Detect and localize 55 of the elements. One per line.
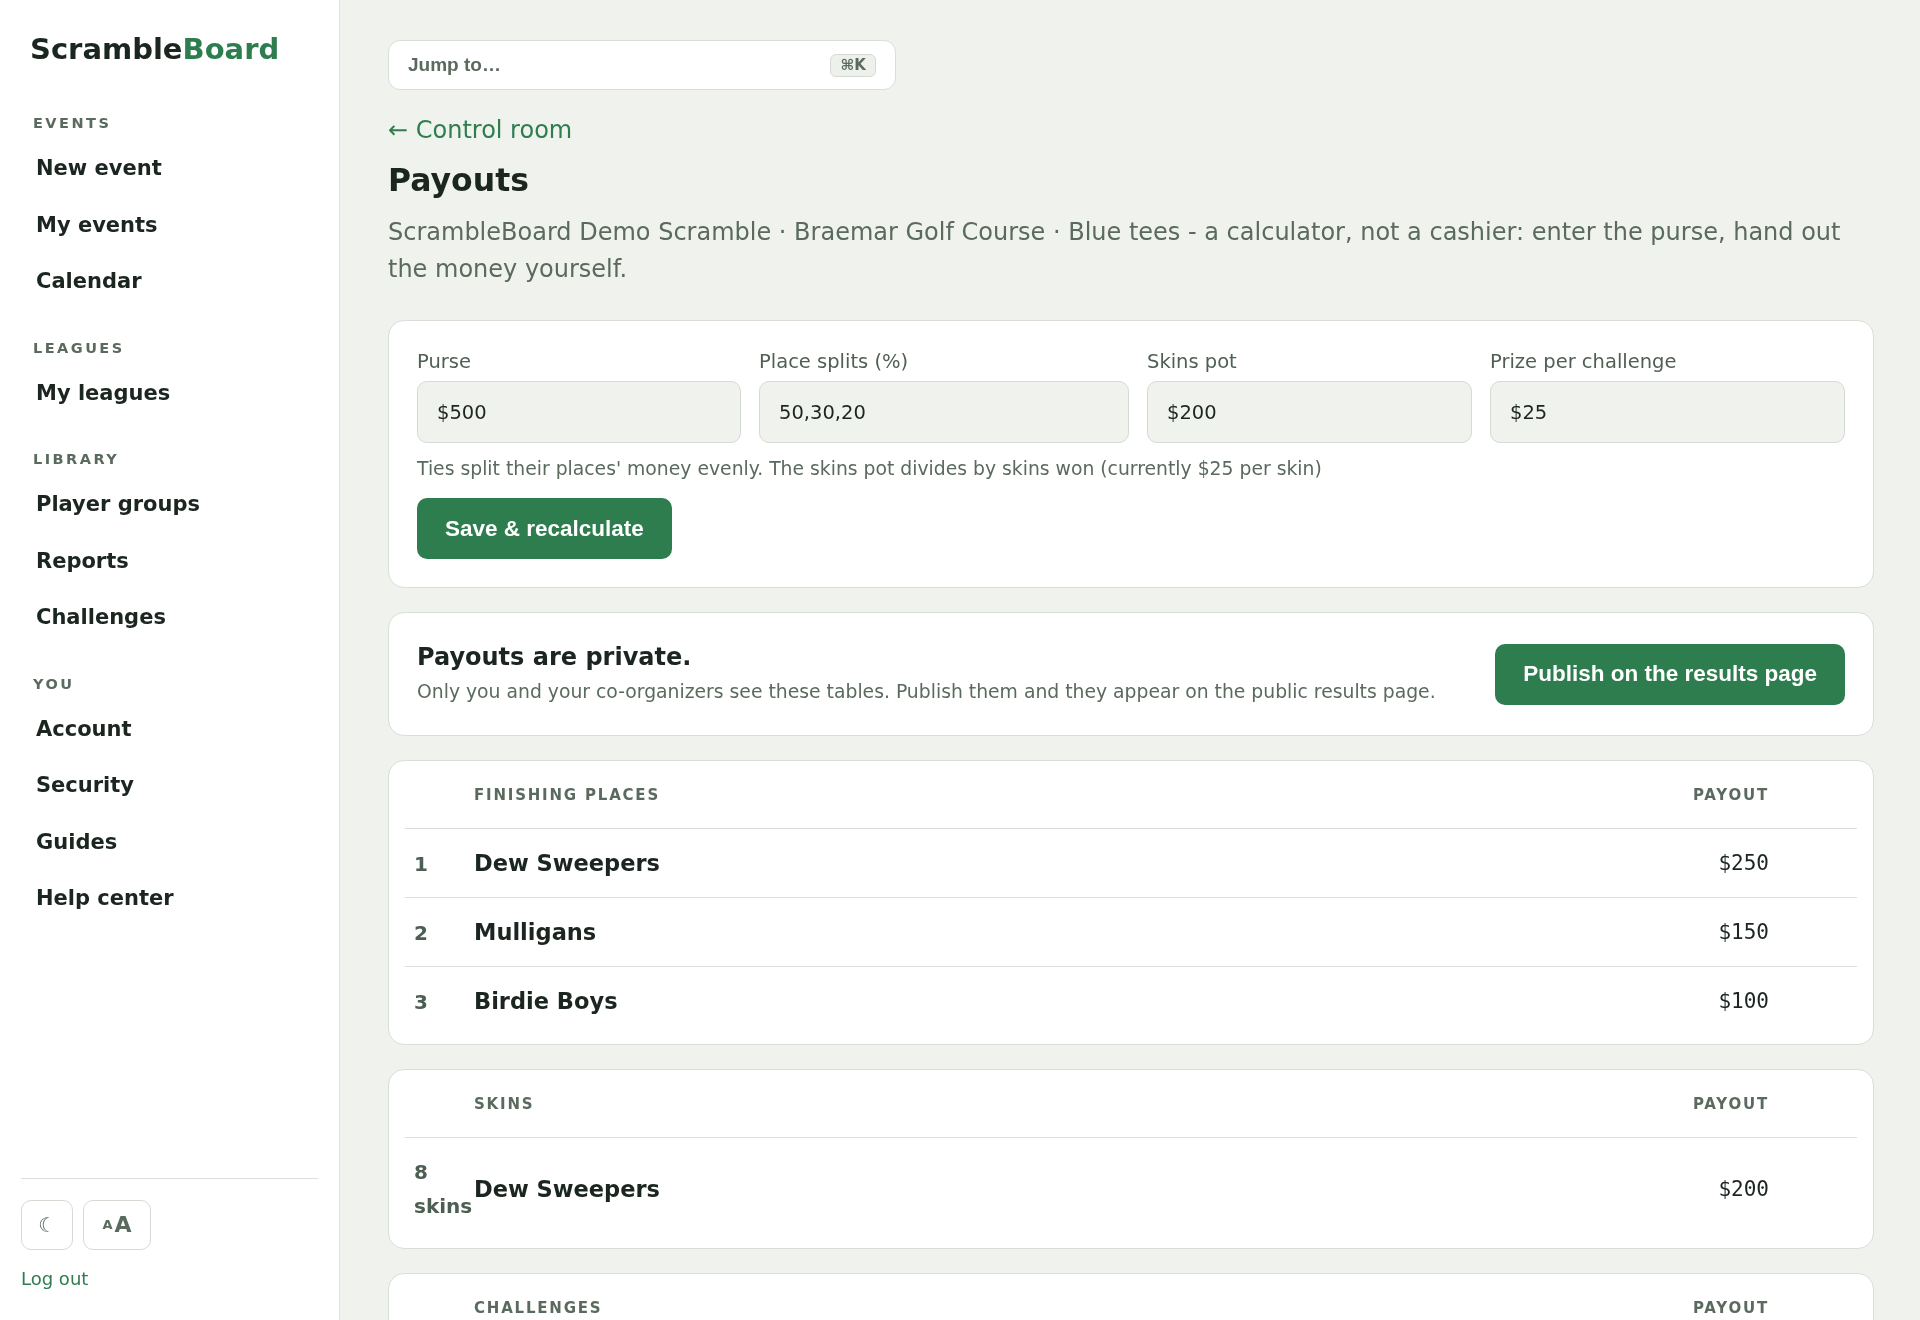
team-cell-text: Dew Sweepers — [474, 849, 660, 878]
input-field[interactable]: $25 — [1490, 381, 1845, 443]
nav-section-heading: YOU — [32, 674, 75, 694]
column-header: CHALLENGES — [474, 1299, 603, 1316]
column-header: PAYOUT — [1692, 786, 1769, 803]
nav-link[interactable]: Challenges — [36, 603, 166, 632]
nav-link[interactable]: Help center — [36, 884, 174, 913]
nav-link[interactable]: Reports — [36, 546, 129, 575]
nav-link[interactable]: Player groups — [36, 490, 200, 519]
column-header: PAYOUT — [1692, 1299, 1769, 1316]
logout-link[interactable]: Log out — [21, 1266, 89, 1292]
field-label: Prize per challenge — [1490, 349, 1677, 375]
column-header: FINISHING PLACES — [474, 786, 660, 803]
nav-section-heading: LIBRARY — [32, 450, 120, 469]
input-field[interactable]: $200 — [1147, 381, 1472, 443]
logo[interactable]: ScrambleBoard — [21, 29, 280, 69]
nav-section-heading: EVENTS — [32, 114, 112, 133]
team-cell-text: Dew Sweepers — [474, 1174, 660, 1204]
nav-link[interactable]: Guides — [36, 827, 118, 856]
column-header: SKINS — [474, 1095, 535, 1112]
page-description: ScrambleBoard Demo Scramble · Braemar Golf Course · Blue tees - a calculator, not a cashier: enter the purse, hand out the money yourself. — [388, 217, 1842, 285]
nav-link[interactable]: My events — [36, 210, 158, 239]
text-size-button[interactable]: AA — [83, 1200, 151, 1250]
nav-link[interactable]: Security — [36, 771, 135, 800]
notice-text: Only you and your co-organizers see these tables. Publish them and they appear on the public results page. — [417, 680, 1436, 704]
field-label: Place splits (%) — [759, 349, 909, 375]
theme-toggle-button[interactable]: ☾ — [21, 1200, 73, 1250]
nav-section-heading: LEAGUES — [32, 338, 125, 358]
payout-cell-text: $200 — [1718, 1175, 1769, 1203]
page-title: Payouts — [388, 161, 529, 200]
helper-text: Ties split their places' money evenly. The skins pot divides by skins won (currently $25 per skin) — [417, 457, 1322, 481]
jump-to-button[interactable]: Jump to… ⌘K — [388, 40, 896, 90]
notice-title: Payouts are private. — [417, 643, 692, 671]
column-header: PAYOUT — [1692, 1095, 1769, 1112]
back-link[interactable]: ← Control room — [388, 115, 573, 145]
input-field[interactable]: 50,30,20 — [759, 381, 1129, 443]
payout-cell-text: $250 — [1718, 850, 1769, 877]
rank-cell-text: 1 — [414, 850, 428, 878]
shortcut-badge: ⌘K — [830, 53, 876, 77]
nav-link[interactable]: New event — [36, 154, 162, 183]
nav-link[interactable]: Calendar — [36, 267, 142, 296]
nav-link[interactable]: My leagues — [36, 378, 171, 407]
publish-button[interactable]: Publish on the results page — [1495, 643, 1845, 705]
payout-cell-text: $150 — [1718, 919, 1769, 946]
field-label: Purse — [417, 349, 471, 375]
rank-cell-text: 3 — [414, 988, 428, 1016]
save-button[interactable]: Save & recalculate — [417, 498, 672, 559]
team-cell-text: Birdie Boys — [474, 987, 618, 1016]
team-cell-text: Mulligans — [474, 918, 597, 947]
rank-cell-text: 2 — [414, 919, 428, 947]
rank-cell-text: 8 skins — [414, 1159, 474, 1220]
input-field[interactable]: $500 — [417, 381, 741, 443]
payout-cell-text: $100 — [1718, 988, 1769, 1015]
nav-link[interactable]: Account — [36, 714, 132, 743]
field-label: Skins pot — [1147, 349, 1237, 375]
